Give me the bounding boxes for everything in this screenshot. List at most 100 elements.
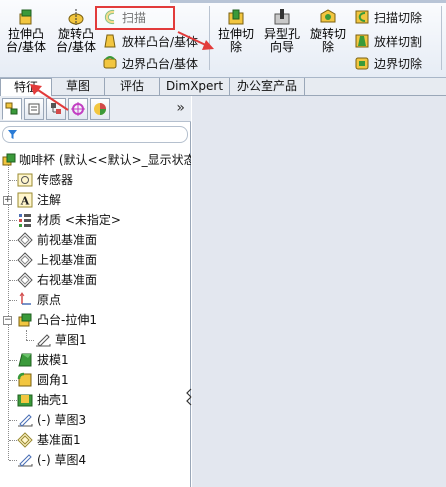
- origin-icon: [19, 292, 31, 305]
- annotation-icon: A: [17, 192, 33, 208]
- shell-icon: [17, 394, 33, 407]
- dimxpert-manager-tab[interactable]: [68, 98, 88, 120]
- tree-item-plane1[interactable]: 基准面1: [0, 430, 191, 450]
- extrude-boss-button[interactable]: 拉伸凸 台/基体: [4, 8, 48, 54]
- tree-item-sketch1[interactable]: 草图1: [0, 330, 191, 350]
- expand-toggle[interactable]: +: [3, 196, 12, 205]
- feature-tree-tab[interactable]: [2, 98, 22, 120]
- tree-item-top-plane[interactable]: 上视基准面: [0, 250, 191, 270]
- sweep-highlight-box: [95, 6, 175, 30]
- tree-item-label: 上视基准面: [37, 253, 98, 267]
- tree-item-sketch4[interactable]: (-) 草图4: [0, 450, 191, 470]
- sensor-icon: [17, 173, 33, 187]
- tree-root-label: 咖啡杯 (默认<<默认>_显示状态: [19, 153, 191, 167]
- tree-item-label: 原点: [37, 293, 62, 307]
- tree-item-sensors[interactable]: 传感器: [0, 170, 191, 190]
- tab-dimxpert[interactable]: DimXpert: [160, 78, 230, 96]
- feature-tree-icon: [5, 102, 18, 115]
- tree-item-shell1[interactable]: 抽壳1: [0, 390, 191, 410]
- revolve-cut-label: 旋转切 除: [309, 27, 346, 54]
- boundary-boss-button[interactable]: 边界凸台/基体: [102, 54, 198, 74]
- tree-connector: [9, 300, 17, 301]
- tree-item-annotations[interactable]: + A 注解: [0, 190, 191, 210]
- loft-boss-button[interactable]: 放样凸台/基体: [102, 32, 198, 52]
- panel-splitter-handle[interactable]: [186, 387, 192, 407]
- loft-boss-icon: [104, 34, 116, 48]
- tree-item-label: 右视基准面: [37, 273, 98, 287]
- boundary-boss-label: 边界凸台/基体: [122, 57, 199, 71]
- tree-item-extrude1[interactable]: − 凸台-拉伸1: [0, 310, 191, 330]
- tree-item-label: 注解: [37, 193, 62, 207]
- tree-item-origin[interactable]: 原点: [0, 290, 191, 310]
- sketch-icon: [18, 414, 33, 427]
- boundary-boss-icon: [103, 56, 117, 69]
- command-manager-ribbon: 拉伸凸 台/基体 旋转凸 台/基体 扫描 放样凸台/基体 边界凸台/基体 拉伸切: [0, 0, 446, 78]
- material-icon: [19, 214, 31, 227]
- loft-cut-label: 放样切割: [374, 35, 423, 49]
- extrude-boss-icon: [19, 9, 32, 25]
- tree-item-front-plane[interactable]: 前视基准面: [0, 230, 191, 250]
- tree-item-fillet1[interactable]: 圆角1: [0, 370, 191, 390]
- sweep-cut-label: 扫描切除: [374, 11, 423, 25]
- property-manager-tab[interactable]: [24, 98, 44, 120]
- sweep-cut-icon: [355, 10, 369, 24]
- configuration-icon: [51, 103, 61, 114]
- tree-connector: [9, 360, 17, 361]
- extrude-cut-label: 拉伸切 除: [217, 27, 254, 54]
- svg-text:A: A: [20, 195, 30, 208]
- more-tabs-button[interactable]: »: [176, 100, 185, 116]
- ribbon-separator: [209, 6, 210, 70]
- sweep-cut-button[interactable]: 扫描切除: [354, 8, 422, 28]
- extrude-cut-icon: [228, 9, 244, 25]
- tree-item-label: 基准面1: [37, 433, 81, 447]
- revolve-boss-icon: [68, 9, 84, 25]
- tree-item-right-plane[interactable]: 右视基准面: [0, 270, 191, 290]
- tab-office-products[interactable]: 办公室产品: [230, 78, 305, 96]
- revolve-cut-button[interactable]: 旋转切 除: [306, 8, 350, 54]
- command-manager-tabs: 特征 草图 评估 DimXpert 办公室产品: [0, 78, 446, 97]
- plane-icon: [17, 252, 33, 268]
- tree-item-label: 前视基准面: [37, 233, 98, 247]
- tree-connector: [9, 260, 17, 261]
- display-pie-icon: [94, 103, 106, 115]
- tree-item-sketch3[interactable]: (-) 草图3: [0, 410, 191, 430]
- tree-connector: [9, 440, 17, 441]
- tab-sketch[interactable]: 草图: [52, 78, 105, 96]
- tree-connector: [9, 220, 17, 221]
- loft-cut-icon: [355, 34, 369, 48]
- tree-connector: [9, 420, 17, 421]
- tree-item-label: 凸台-拉伸1: [37, 313, 97, 327]
- part-icon: [2, 153, 16, 166]
- loft-cut-button[interactable]: 放样切割: [354, 32, 422, 52]
- tree-item-draft1[interactable]: 拔模1: [0, 350, 191, 370]
- boundary-cut-label: 边界切除: [374, 57, 423, 71]
- tree-connector: [9, 280, 17, 281]
- revolve-cut-icon: [320, 9, 336, 23]
- tab-features[interactable]: 特征: [0, 78, 52, 97]
- plane-icon: [17, 232, 33, 248]
- ribbon-separator: [441, 6, 442, 70]
- revolve-boss-button[interactable]: 旋转凸 台/基体: [54, 8, 98, 54]
- configuration-manager-tab[interactable]: [46, 98, 66, 120]
- hole-wizard-button[interactable]: 异型孔 向导: [260, 8, 304, 54]
- tree-connector: [9, 180, 17, 181]
- collapse-toggle[interactable]: −: [3, 316, 12, 325]
- extrude-cut-button[interactable]: 拉伸切 除: [214, 8, 258, 54]
- sketch-icon: [18, 454, 33, 467]
- fillet-icon: [17, 372, 32, 387]
- tree-filter-input[interactable]: [2, 126, 188, 143]
- tree-item-label: 圆角1: [37, 373, 69, 387]
- loft-boss-label: 放样凸台/基体: [122, 35, 199, 49]
- tree-item-label: (-) 草图4: [37, 453, 87, 467]
- tree-root[interactable]: 咖啡杯 (默认<<默认>_显示状态: [0, 150, 191, 170]
- boundary-cut-button[interactable]: 边界切除: [354, 54, 422, 74]
- hole-wizard-icon: [274, 9, 290, 25]
- tab-evaluate[interactable]: 评估: [105, 78, 160, 96]
- tree-item-label: 拔模1: [37, 353, 69, 367]
- tree-connector: [9, 380, 17, 381]
- tree-item-material[interactable]: 材质 <未指定>: [0, 210, 191, 230]
- graphics-area[interactable]: [192, 96, 446, 487]
- display-manager-tab[interactable]: [90, 98, 110, 120]
- panel-tool-tabs: »: [0, 96, 191, 122]
- crosshair-icon: [71, 102, 85, 116]
